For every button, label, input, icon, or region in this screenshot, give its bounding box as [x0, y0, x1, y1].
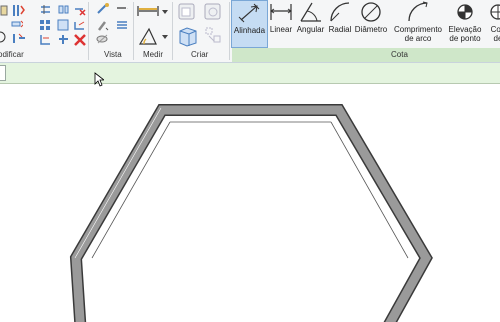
create-similar-icon[interactable]: [203, 2, 223, 22]
angular-dimension-label: Angular: [296, 25, 325, 34]
diameter-dimension-label: Diâmetro: [354, 25, 388, 34]
radial-dimension-icon: [330, 2, 350, 22]
arc-length-dimension-icon: [408, 1, 428, 22]
split-icon[interactable]: [12, 32, 25, 45]
measure-tape-icon[interactable]: [137, 3, 159, 19]
create-panel-label[interactable]: Criar: [191, 50, 208, 59]
measure-angle-dropdown-icon[interactable]: [162, 34, 168, 40]
diameter-dimension-button[interactable]: Diâmetro: [354, 0, 388, 50]
aligned-dimension-icon: [238, 3, 259, 23]
hide-element-icon[interactable]: [96, 33, 109, 46]
align-icon[interactable]: [12, 3, 25, 16]
radial-dimension-button[interactable]: Radial: [326, 0, 354, 50]
mirror-icon[interactable]: [57, 3, 70, 16]
rotate-icon[interactable]: [0, 31, 9, 44]
trim-icon[interactable]: [73, 19, 86, 32]
arc-length-dimension-button[interactable]: Comprimento de arco: [391, 0, 445, 50]
dimension-panel-label[interactable]: Cota: [391, 50, 408, 59]
drawing-canvas[interactable]: [0, 84, 500, 322]
override-graphics-icon[interactable]: [96, 3, 109, 16]
linework-icon[interactable]: [115, 3, 128, 16]
options-bar: [0, 63, 500, 84]
linear-dimension-label: Linear: [269, 25, 293, 34]
linear-dimension-icon: [270, 4, 292, 20]
panel-separator: [229, 2, 230, 60]
mouse-cursor-icon: [94, 72, 104, 87]
dimension-panel-title-bar: [232, 48, 500, 62]
thin-lines-icon[interactable]: [115, 19, 128, 32]
arc-length-dimension-label: Comprimento de arco: [393, 25, 442, 43]
array-icon[interactable]: [39, 19, 52, 32]
delete-small-icon[interactable]: [73, 3, 86, 16]
pin-icon[interactable]: [57, 33, 70, 46]
paint-icon[interactable]: [96, 19, 109, 32]
measure-angle-icon[interactable]: [138, 26, 158, 46]
spot-elevation-button[interactable]: Elevação de ponto: [445, 0, 485, 50]
aligned-dimension-button[interactable]: Alinhada: [231, 0, 268, 48]
hexagon-wall: [69, 104, 433, 322]
spot-coordinate-label: Coode: [490, 25, 500, 43]
angular-dimension-button[interactable]: Angular: [295, 0, 326, 50]
view-panel-label[interactable]: Vista: [104, 50, 122, 59]
radial-dimension-label: Radial: [328, 25, 352, 34]
create-component-icon[interactable]: [177, 25, 199, 47]
offset-icon[interactable]: [39, 3, 52, 16]
diameter-dimension-icon: [361, 2, 381, 22]
create-assembly-icon[interactable]: [204, 26, 222, 44]
move-icon[interactable]: [57, 19, 70, 32]
modify-panel-label[interactable]: odificar: [0, 50, 24, 59]
scale-icon[interactable]: [39, 33, 52, 46]
ribbon: odificar Vista Medir Criar Alinhada Line…: [0, 0, 500, 63]
spot-coordinate-icon: [490, 4, 500, 20]
panel-separator: [172, 2, 173, 60]
measure-dropdown-icon[interactable]: [162, 9, 168, 15]
measure-panel-label[interactable]: Medir: [143, 50, 163, 59]
options-input[interactable]: [0, 65, 6, 81]
spot-elevation-icon: [457, 4, 473, 20]
spot-elevation-label: Elevação de ponto: [448, 25, 482, 43]
create-group-icon[interactable]: [177, 2, 197, 22]
panel-separator: [133, 2, 134, 60]
spot-coordinate-button[interactable]: Coode: [483, 0, 500, 50]
panel-separator: [88, 2, 89, 60]
angular-dimension-icon: [299, 2, 321, 22]
delete-icon[interactable]: [74, 34, 87, 47]
linear-dimension-button[interactable]: Linear: [268, 0, 294, 50]
aligned-dimension-label: Alinhada: [233, 26, 266, 35]
